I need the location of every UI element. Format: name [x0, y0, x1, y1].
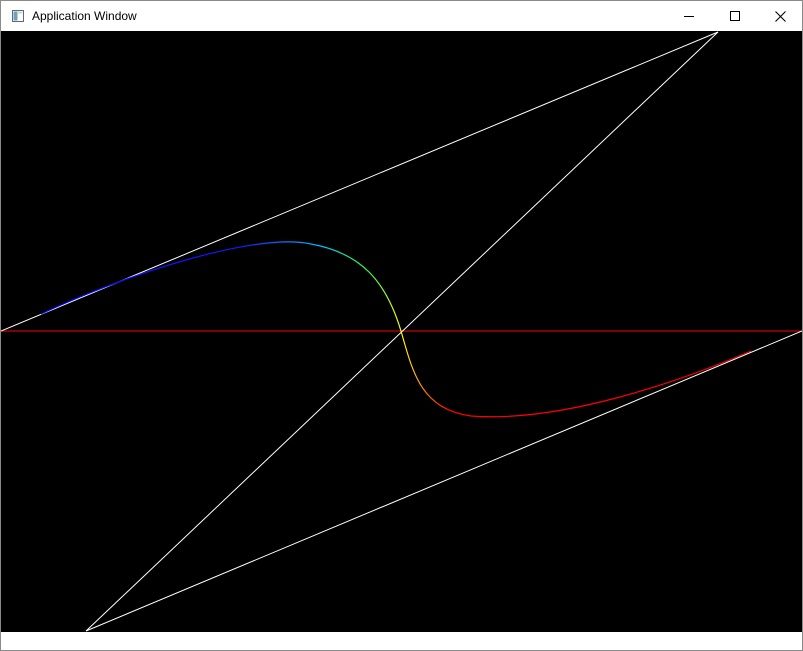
application-window: Application Window — [0, 0, 803, 651]
maximize-icon — [730, 11, 740, 21]
curve-plot — [1, 31, 802, 632]
window-title: Application Window — [32, 9, 137, 23]
close-button[interactable] — [757, 1, 803, 31]
minimize-icon — [684, 11, 694, 21]
close-icon — [774, 10, 786, 22]
window-bottom-strip — [1, 632, 802, 650]
window-app-icon — [12, 10, 24, 22]
bezier-curve — [40, 241, 752, 418]
drawing-canvas[interactable] — [1, 31, 802, 632]
minimize-button[interactable] — [666, 1, 712, 31]
upper-tangent-line — [1, 31, 719, 332]
maximize-button[interactable] — [712, 1, 758, 31]
title-bar[interactable]: Application Window — [1, 1, 802, 31]
lower-tangent-line — [85, 330, 802, 632]
